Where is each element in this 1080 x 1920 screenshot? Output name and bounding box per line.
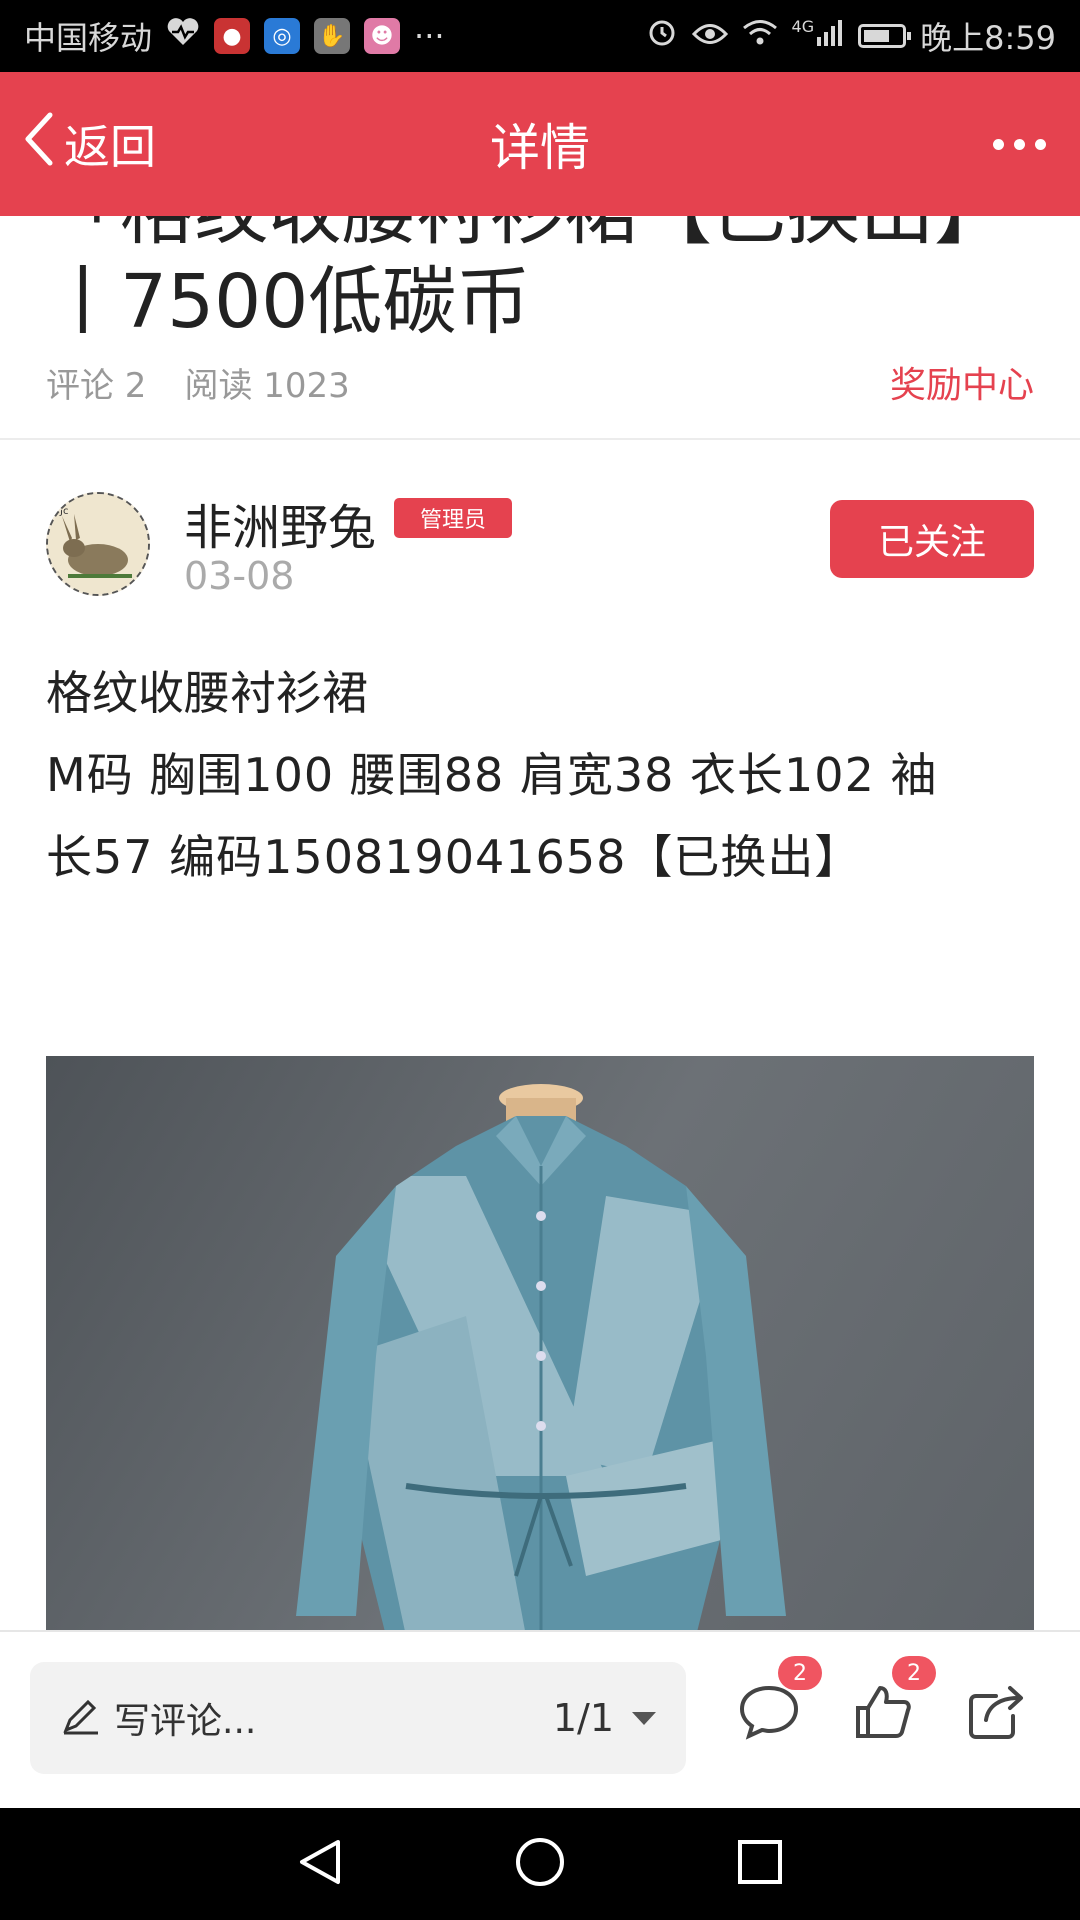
post-line: 长57 编码150819041658【已换出】 (46, 830, 862, 884)
post-line: 格纹收腰衬衫裙 (46, 666, 368, 720)
chevron-down-icon[interactable] (632, 1711, 656, 1725)
read-count-label: 阅读 1023 (184, 365, 350, 406)
article-meta: 评论 2 阅读 1023 奖励中心 (46, 356, 1034, 408)
share-icon (969, 1686, 1023, 1739)
signal-icon (816, 17, 844, 55)
system-nav-bar (0, 1808, 1080, 1920)
alarm-icon (646, 16, 678, 56)
comment-count-label: 评论 2 (46, 365, 147, 406)
more-dot-icon (993, 138, 1004, 150)
system-back-icon[interactable] (294, 1836, 346, 1892)
status-bar: 中国移动 ● ◎ ✋ ☻ ··· 4G 晚上8:59 (0, 0, 1080, 72)
app-notification-icon: ✋ (314, 18, 351, 54)
battery-icon (858, 24, 912, 48)
post-line: M码 胸围100 腰围88 肩宽38 衣长102 袖 (46, 748, 938, 802)
carrier-label: 中国移动 (24, 19, 153, 57)
author-name[interactable]: 非洲野兔 (184, 488, 376, 558)
write-comment-input[interactable]: 写评论... 1/1 (30, 1662, 686, 1774)
like-count-badge: 2 (892, 1656, 936, 1690)
svg-text:Jc: Jc (59, 506, 68, 517)
app-notification-icon: ◎ (264, 18, 301, 54)
chevron-left-icon (24, 111, 54, 178)
comment-count-badge: 2 (778, 1656, 822, 1690)
page-indicator[interactable]: 1/1 (553, 1696, 614, 1740)
system-home-icon[interactable] (514, 1836, 566, 1892)
reward-center-link[interactable]: 奖励中心 (890, 356, 1034, 408)
follow-button[interactable]: 已关注 (830, 500, 1034, 578)
system-recents-icon[interactable] (734, 1836, 786, 1892)
post-date: 03-08 (184, 554, 295, 598)
network-type-label: 4G (791, 17, 815, 36)
page-title: 详情 (490, 119, 590, 177)
back-label: 返回 (64, 120, 156, 174)
avatar[interactable]: Jc (46, 492, 150, 596)
like-button[interactable]: 2 (852, 1656, 936, 1742)
back-button[interactable]: 返回 (24, 111, 156, 178)
product-image[interactable] (46, 1056, 1034, 1630)
pencil-icon (60, 1696, 100, 1740)
more-dot-icon (1014, 138, 1025, 150)
app-notification-icon: ☻ (364, 18, 401, 54)
admin-badge: 管理员 (394, 498, 513, 538)
more-dot-icon (1035, 138, 1046, 150)
app-notification-icon: ● (214, 18, 251, 54)
top-nav-bar: 返回 详情 (0, 72, 1080, 216)
bottom-action-bar: 写评论... 1/1 2 2 (0, 1630, 1080, 1808)
heart-rate-icon (166, 17, 200, 55)
article-title: 丨7500低碳币 (46, 259, 531, 345)
divider (0, 438, 1080, 440)
author-row: Jc 非洲野兔 管理员 03-08 已关注 (46, 492, 1034, 602)
comment-placeholder: 写评论... (114, 1701, 257, 1742)
share-button[interactable] (966, 1680, 1028, 1742)
clock-time: 晚上8:59 (920, 19, 1056, 57)
wifi-icon (742, 17, 778, 55)
more-options-button[interactable] (983, 129, 1056, 160)
more-notifications-icon: ··· (414, 17, 445, 55)
comments-button[interactable]: 2 (738, 1656, 822, 1742)
article-content[interactable]: 「格纹收腰衬衫裙【已换出】 丨7500低碳币 评论 2 阅读 1023 奖励中心… (0, 216, 1080, 1630)
post-body: 格纹收腰衬衫裙 M码 胸围100 腰围88 肩宽38 衣长102 袖 长57 编… (46, 652, 1034, 898)
eye-comfort-icon (691, 17, 728, 55)
